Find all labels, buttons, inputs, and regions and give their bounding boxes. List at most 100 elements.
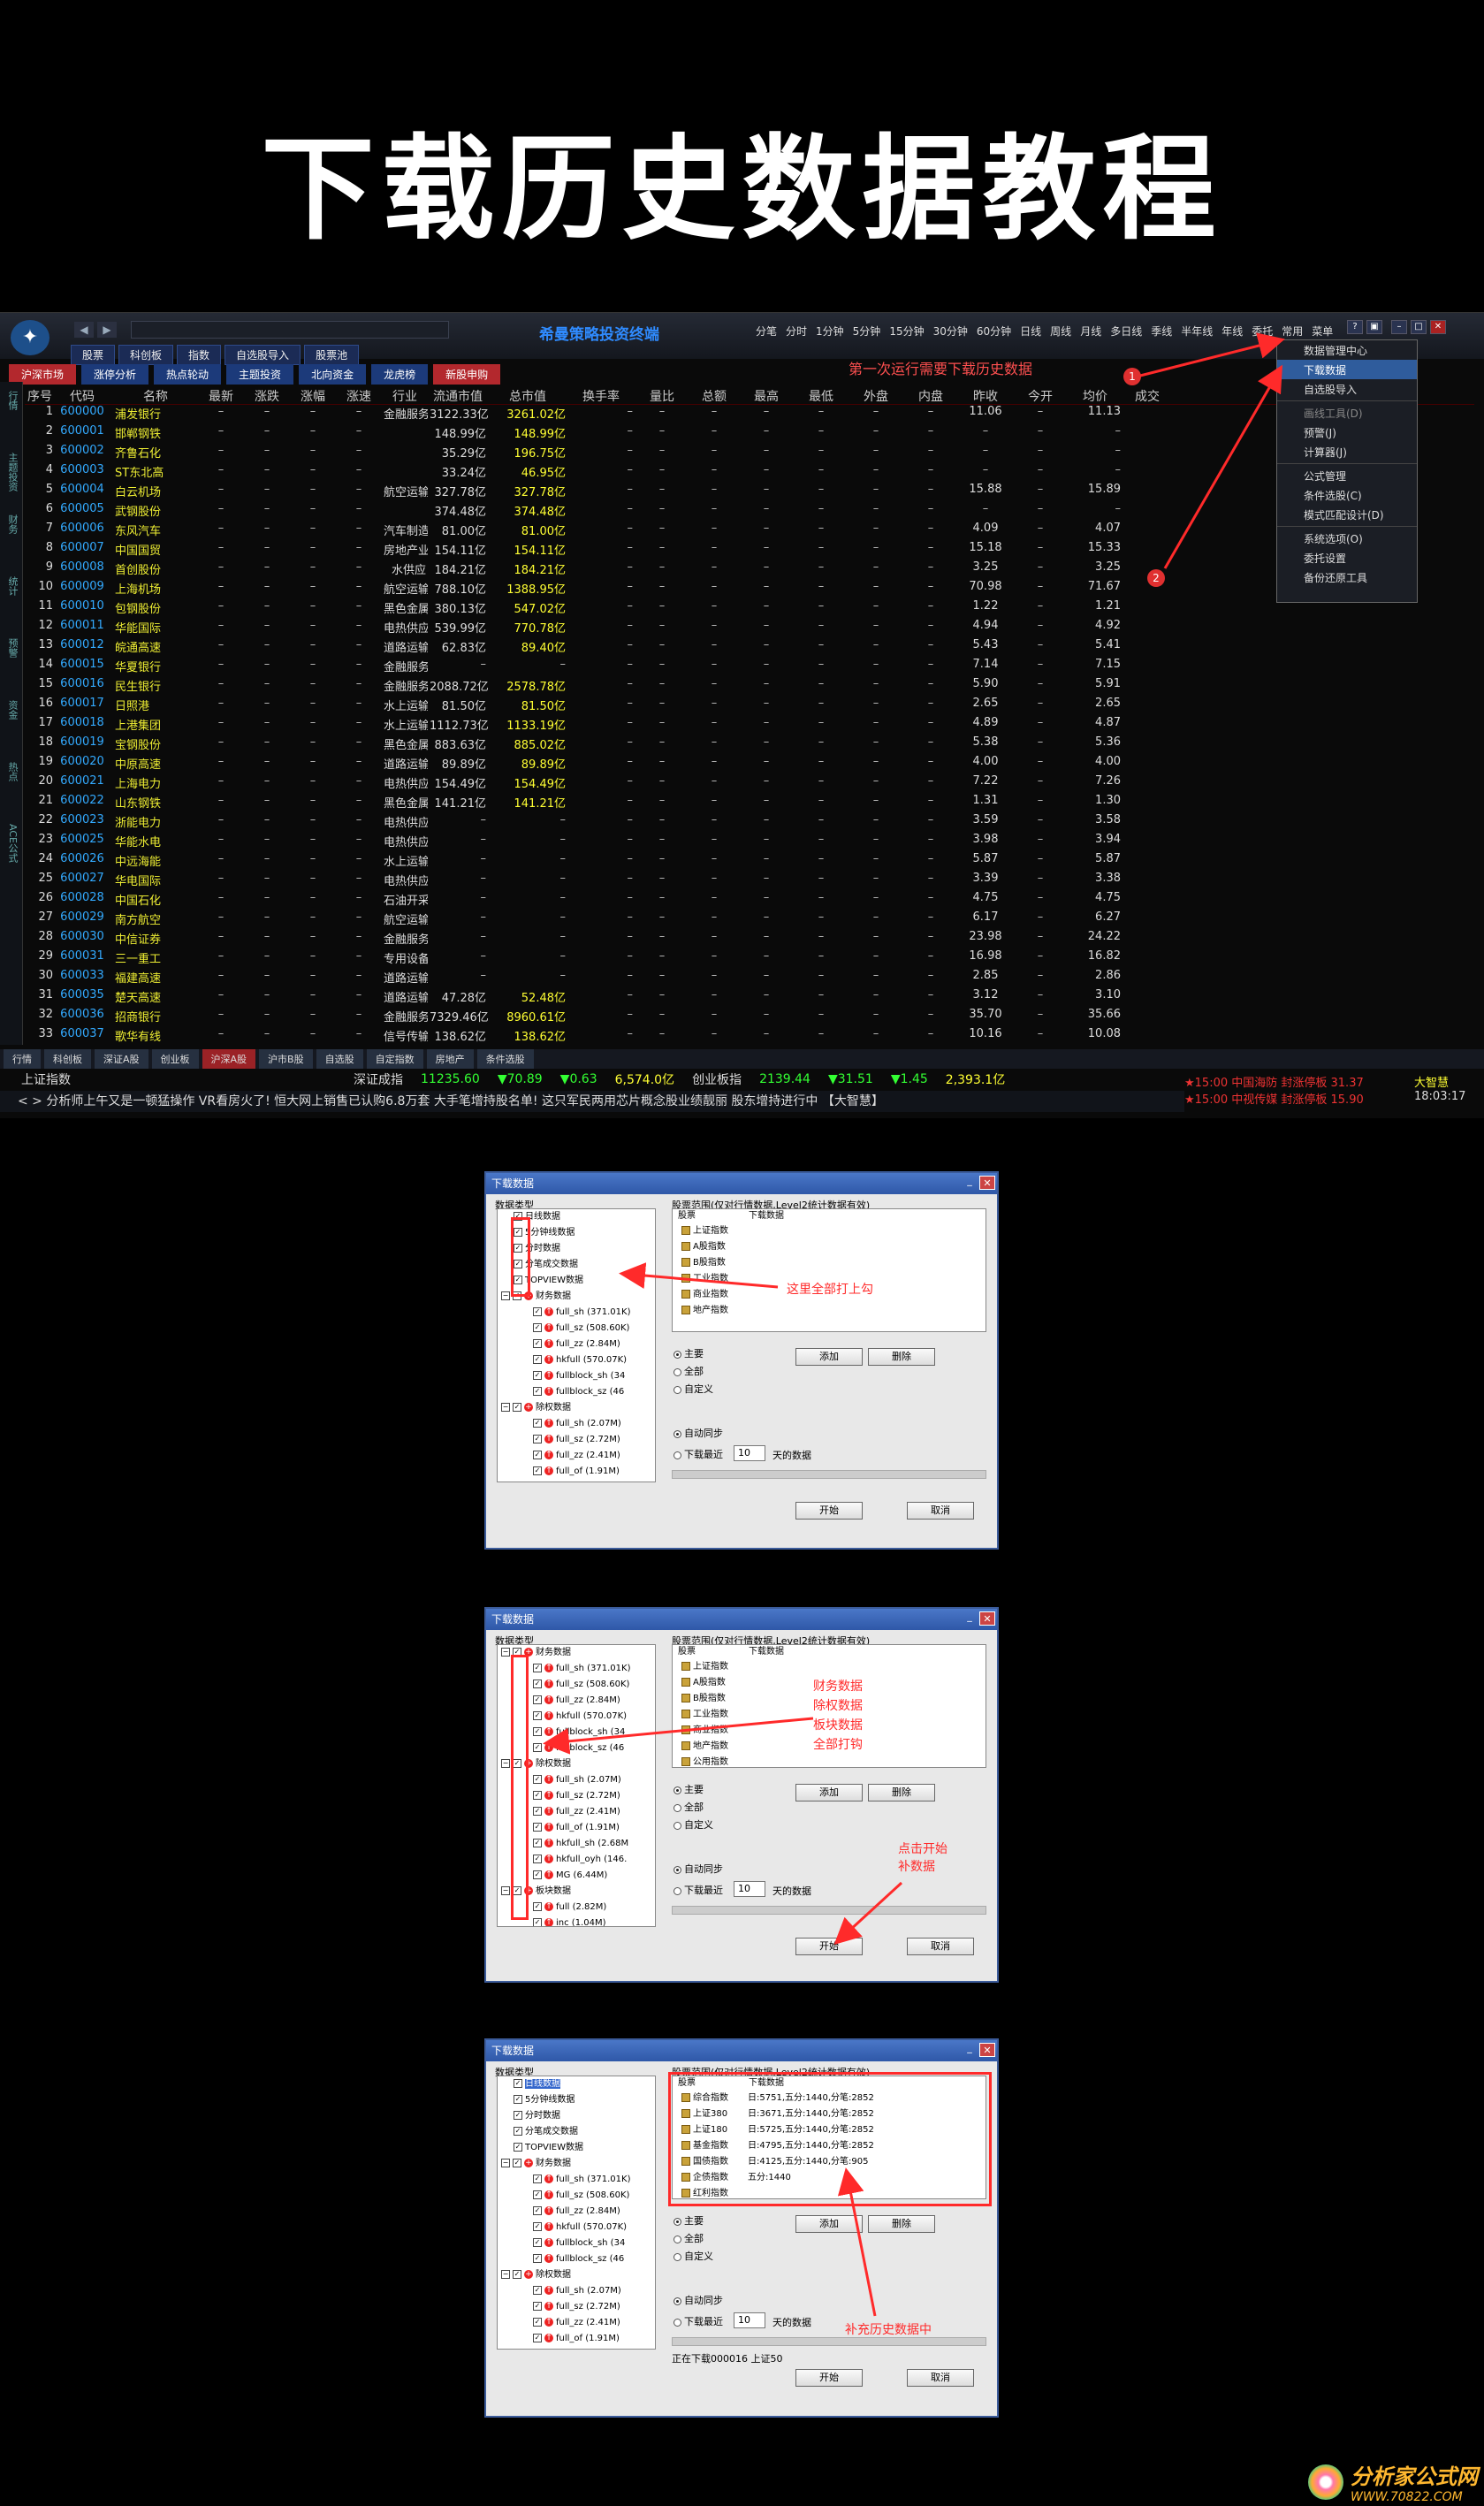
radio-icon[interactable] — [674, 1429, 681, 1438]
tree-item[interactable]: ✓ ↑ full_sz (508.60K) — [498, 2188, 655, 2204]
bottom-tab[interactable]: 条件选股 — [476, 1049, 534, 1069]
stock-list-item[interactable]: B股指数 — [673, 1255, 986, 1271]
tree-item[interactable]: ✓ ↑ full_zz (2.84M) — [498, 1337, 655, 1352]
checkbox[interactable]: ✓ — [533, 1807, 542, 1816]
menu-item[interactable]: 公式管理 — [1277, 466, 1417, 485]
checkbox[interactable]: ✓ — [533, 1419, 542, 1428]
bottom-tab[interactable]: 自选股 — [316, 1049, 363, 1069]
column-header[interactable]: 名称 — [110, 387, 198, 404]
tree-item[interactable]: ✓ ↑ hkfull (570.07K) — [498, 2220, 655, 2236]
tree-item[interactable]: ✓ TOPVIEW数据 — [498, 2140, 655, 2156]
table-row[interactable]: 29 600031 三一重工 – – – – 专用设备 – – – – – – – – – 16.98 – 16.82 — [25, 949, 1474, 969]
menu-item[interactable]: 计算器(J) — [1277, 442, 1417, 461]
period-10[interactable]: 多日线 — [1106, 324, 1146, 339]
scope-main[interactable]: 主要 — [674, 2213, 704, 2228]
checkbox[interactable]: ✓ — [533, 2302, 542, 2311]
table-row[interactable]: 3 600002 齐鲁石化 – – – – 35.29亿 196.75亿 – – – – – – – – – – — [25, 444, 1474, 463]
checkbox[interactable]: ✓ — [513, 2159, 521, 2167]
auto-sync[interactable]: 自动同步 — [674, 1426, 723, 1440]
column-header[interactable]: 今开 — [1013, 387, 1068, 404]
add-button[interactable]: 添加 — [795, 2215, 863, 2233]
column-header[interactable]: 最新 — [198, 387, 244, 404]
table-row[interactable]: 23 600025 华能水电 – – – – 电热供应 – – – – – – – – – 3.98 – 3.94 — [25, 833, 1474, 852]
data-type-tree[interactable]: ✓ 日线数据 ✓ 5分钟线数据 ✓ 分时数据 ✓ 分笔成交数据 ✓ TOPVIEW数据 − ✓ + 财务数… — [497, 2076, 656, 2350]
table-row[interactable]: 8 600007 中国国贸 – – – – 房地产业 154.11亿 154.11亿 – – – – – – –… — [25, 541, 1474, 560]
function-tab[interactable]: 热点轮动 — [154, 364, 222, 385]
tree-item[interactable]: − ✓ + 除权数据 — [498, 1400, 655, 1416]
checkbox[interactable]: ✓ — [533, 2286, 542, 2295]
column-header[interactable]: 总市值 — [488, 387, 567, 404]
radio-icon[interactable] — [674, 2252, 681, 2261]
checkbox[interactable]: ✓ — [533, 1902, 542, 1911]
checkbox[interactable]: ✓ — [533, 1727, 542, 1736]
checkbox[interactable]: ✓ — [533, 1823, 542, 1832]
tree-item[interactable]: ✓ ↑ full_zz (2.84M) — [498, 2204, 655, 2220]
bottom-tab[interactable]: 创业板 — [151, 1049, 199, 1069]
code-search-input[interactable] — [131, 321, 449, 339]
period-11[interactable]: 季线 — [1146, 324, 1176, 339]
menu-item[interactable]: 下载数据 — [1277, 360, 1417, 379]
tree-item[interactable]: ✓ 分笔成交数据 — [498, 2124, 655, 2140]
period-6[interactable]: 60分钟 — [972, 324, 1016, 339]
table-row[interactable]: 25 600027 华电国际 – – – – 电热供应 – – – – – – – – – 3.39 – 3.38 — [25, 872, 1474, 891]
minimize-icon[interactable]: _ — [962, 2043, 978, 2057]
bottom-tab[interactable]: 沪深A股 — [202, 1049, 256, 1069]
help-icon[interactable]: ? — [1347, 320, 1363, 334]
column-header[interactable]: 涨速 — [336, 387, 382, 404]
function-tab[interactable]: 龙虎榜 — [371, 364, 429, 385]
market-tab[interactable]: 自选股导入 — [225, 345, 301, 365]
tree-item[interactable]: ✓↑hkfull_sh (2.68M — [498, 2347, 655, 2349]
minimize-icon[interactable]: – — [1391, 320, 1407, 334]
checkbox[interactable]: ✓ — [533, 2175, 542, 2183]
download-recent[interactable]: 下载最近 — [674, 1447, 723, 1461]
checkbox[interactable]: ✓ — [533, 1711, 542, 1720]
period-4[interactable]: 15分钟 — [885, 324, 928, 339]
column-header[interactable]: 内盘 — [903, 387, 958, 404]
function-tab[interactable]: 新股申购 — [433, 364, 501, 385]
delete-button[interactable]: 删除 — [868, 2215, 935, 2233]
checkbox[interactable]: ✓ — [514, 2127, 522, 2136]
table-row[interactable]: 33 600037 歌华有线 – – – – 信号传输 138.62亿 138.62亿 – – – – – –… — [25, 1027, 1474, 1047]
sidebar-item[interactable]: 预警 — [5, 638, 19, 691]
function-tab[interactable]: 主题投资 — [226, 364, 294, 385]
column-header[interactable]: 代码 — [55, 387, 110, 404]
menu-item[interactable]: 数据管理中心 — [1277, 340, 1417, 360]
menu-item[interactable]: 模式匹配设计(D) — [1277, 505, 1417, 524]
column-header[interactable]: 量比 — [635, 387, 689, 404]
checkbox[interactable]: ✓ — [533, 2238, 542, 2247]
period-16[interactable]: 菜单 — [1307, 324, 1337, 339]
add-button[interactable]: 添加 — [795, 1348, 863, 1366]
maximize-icon[interactable]: □ — [1411, 320, 1427, 334]
radio-icon[interactable] — [674, 2297, 681, 2305]
expand-icon[interactable]: − — [501, 1759, 510, 1768]
menu-item[interactable]: 条件选股(C) — [1277, 485, 1417, 505]
stock-list-item[interactable]: 上证指数 — [673, 1659, 986, 1675]
table-row[interactable]: 17 600018 上港集团 – – – – 水上运输 1112.73亿 1133.19亿 – – – –… — [25, 716, 1474, 735]
cancel-button[interactable]: 取消 — [907, 1502, 974, 1520]
tree-item[interactable]: ✓ ↑ full_sh (2.07M) — [498, 1416, 655, 1432]
table-row[interactable]: 22 600023 浙能电力 – – – – 电热供应 – – – – – – – – – 3.59 – 3.58 — [25, 813, 1474, 833]
tree-item[interactable]: ✓ ↑ full_zz (2.41M) — [498, 1448, 655, 1464]
checkbox[interactable]: ✓ — [513, 2270, 521, 2279]
stock-range-list[interactable]: 股票 下载数据 上证指数 A股指数 B股指数 工业指数 商业指数 地产指数 — [672, 1208, 986, 1332]
bottom-tab[interactable]: 自定指数 — [366, 1049, 423, 1069]
market-tab[interactable]: 股票 — [71, 345, 116, 365]
period-9[interactable]: 月线 — [1076, 324, 1106, 339]
tree-item[interactable]: ✓ ↑ hkfull (570.07K) — [498, 1352, 655, 1368]
sh-index-name[interactable]: 上证指数 — [21, 1070, 71, 1088]
period-1[interactable]: 分时 — [781, 324, 811, 339]
minimize-icon[interactable]: _ — [962, 1611, 978, 1626]
sidebar-item[interactable]: ACE公式 — [5, 824, 19, 877]
menu-item[interactable]: 系统选项(O) — [1277, 529, 1417, 548]
sidebar-item[interactable]: 行情 — [5, 391, 19, 444]
table-row[interactable]: 10 600009 上海机场 – – – – 航空运输 788.10亿 1388.95亿 – – – – –… — [25, 580, 1474, 599]
tree-item[interactable]: − ✓ + 除权数据 — [498, 2267, 655, 2283]
table-row[interactable]: 5 600004 白云机场 – – – – 航空运输 327.78亿 327.78亿 – – – – – – –… — [25, 483, 1474, 502]
close-icon[interactable]: ✕ — [979, 2043, 995, 2057]
table-row[interactable]: 7 600006 东风汽车 – – – – 汽车制造 81.00亿 81.00亿 – – – – – – – 4.… — [25, 522, 1474, 541]
sidebar-item[interactable]: 资金 — [5, 700, 19, 753]
checkbox[interactable]: ✓ — [514, 2095, 522, 2104]
checkbox[interactable]: ✓ — [533, 1323, 542, 1332]
scope-main[interactable]: 主要 — [674, 1346, 704, 1360]
back-arrow-icon[interactable]: ◀ — [74, 322, 94, 338]
